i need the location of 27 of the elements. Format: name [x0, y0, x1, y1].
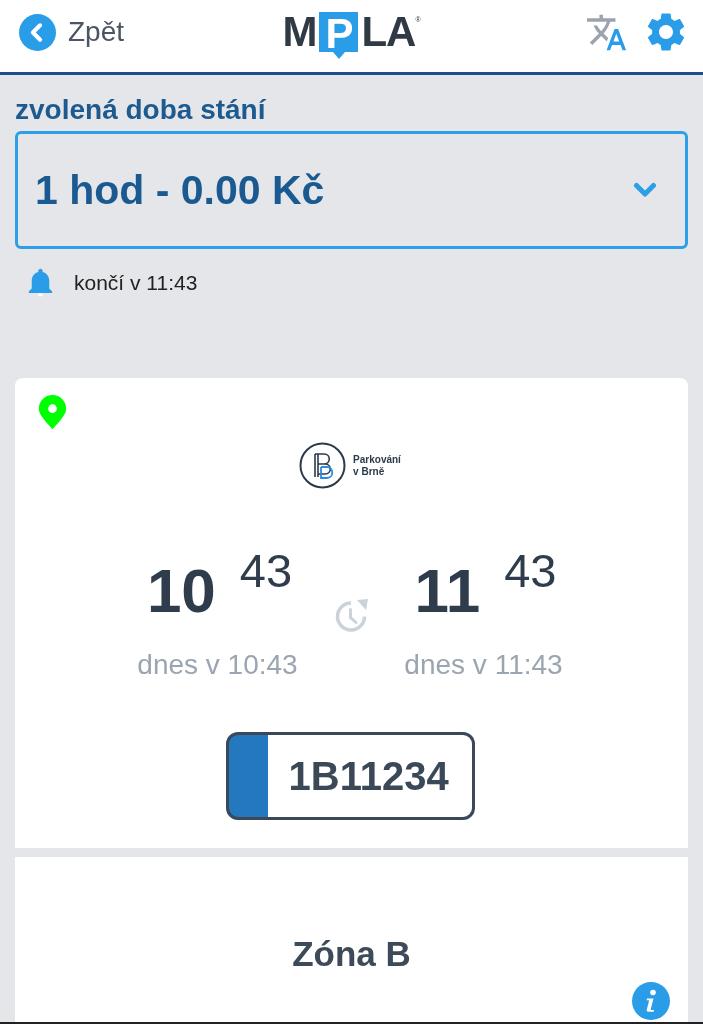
zone-title: Zóna B — [292, 933, 411, 975]
provider-name: v Brně — [353, 465, 386, 478]
start-minute: 43 — [239, 547, 293, 594]
settings-button[interactable] — [647, 13, 685, 51]
translate-icon — [587, 13, 627, 51]
reminder-text: končí v 11:43 — [74, 270, 198, 296]
end-caption: dnes v 11:43 — [404, 648, 563, 682]
settings-icon — [647, 13, 685, 51]
end-hour: 11 — [414, 560, 481, 622]
logo-text: M — [282, 12, 317, 52]
chevron-left-icon — [19, 13, 56, 51]
logo-pointer-icon — [332, 52, 345, 59]
license-plate: 1B11234 — [225, 732, 475, 820]
start-caption: dnes v 10:43 — [137, 648, 298, 682]
section-label: zvolená doba stání — [15, 95, 268, 125]
translate-button[interactable] — [587, 13, 627, 51]
provider-logo-icon — [299, 442, 347, 489]
info-button[interactable] — [632, 982, 670, 1020]
chevron-down-icon — [633, 182, 657, 198]
bell-icon — [26, 268, 55, 298]
back-button[interactable]: Zpět — [19, 13, 125, 51]
provider-name: Parkování — [353, 453, 401, 466]
logo-highlight: P — [319, 12, 359, 52]
start-hour: 10 — [146, 560, 216, 622]
logo-text: LA — [361, 12, 416, 52]
end-minute: 43 — [504, 547, 557, 594]
duration-select[interactable]: 1 hod - 0.00 Kč — [15, 131, 688, 249]
